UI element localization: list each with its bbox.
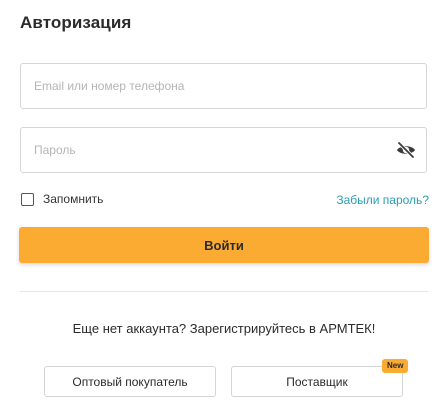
new-badge: New <box>382 359 409 373</box>
eye-slash-icon[interactable] <box>396 141 416 159</box>
page-title: Авторизация <box>20 13 132 32</box>
email-field-container <box>20 63 427 109</box>
remember-checkbox[interactable] <box>21 192 34 206</box>
remember-me[interactable]: Запомнить <box>21 192 103 206</box>
login-panel: Авторизация Запомнить Забыли пароль? Вой… <box>0 0 448 420</box>
supplier-button[interactable]: Поставщик <box>231 366 403 397</box>
forgot-password-link[interactable]: Забыли пароль? <box>336 193 429 207</box>
email-field[interactable] <box>34 64 384 108</box>
register-prompt: Еще нет аккаунта? Зарегистрируйтесь в АР… <box>72 321 376 336</box>
remember-label: Запомнить <box>43 192 104 206</box>
login-button[interactable]: Войти <box>19 227 429 263</box>
password-field-container <box>20 127 427 173</box>
password-field[interactable] <box>34 128 384 172</box>
divider <box>20 291 428 292</box>
wholesale-buyer-button[interactable]: Оптовый покупатель <box>44 366 216 397</box>
